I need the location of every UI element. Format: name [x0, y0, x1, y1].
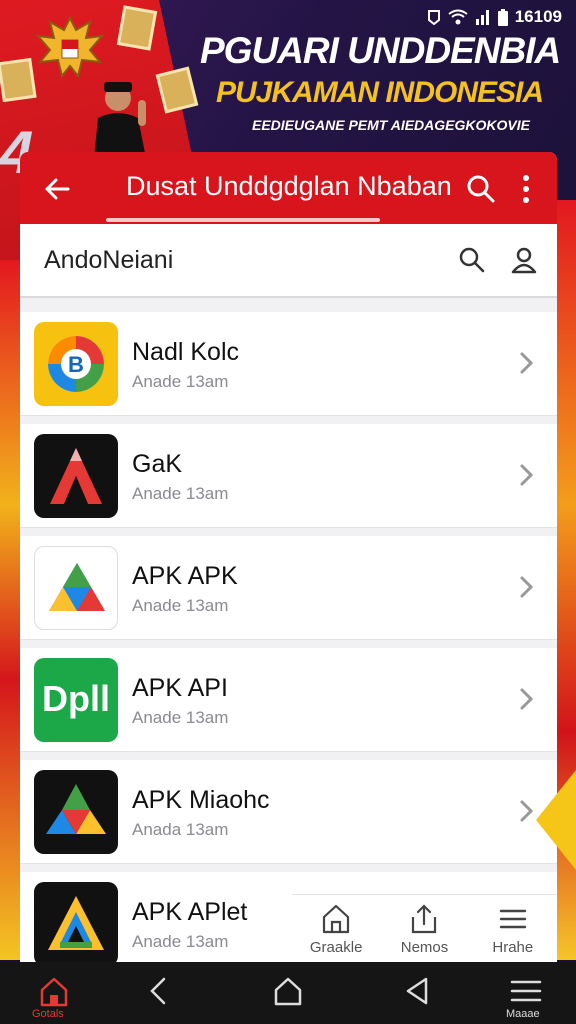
photo-card [0, 57, 37, 103]
tab-label: Hrahe [492, 939, 534, 956]
chevron-right-icon [520, 688, 534, 710]
search-input[interactable] [44, 246, 424, 275]
list-item[interactable]: APK APK Anade 13am [20, 536, 557, 640]
status-time: 16109 [514, 7, 562, 26]
app-icon-text: Dpll [42, 678, 110, 719]
app-icon: Dpll [34, 658, 118, 742]
search-icon[interactable] [466, 174, 496, 204]
search-bar [20, 224, 557, 298]
home-label: Gotals [32, 1008, 64, 1020]
app-window: Dusat Unddgdglan Nbaban AndoNeiani B Nad… [20, 152, 557, 962]
menu-icon[interactable] [506, 974, 546, 1008]
app-name: APK APlet [132, 898, 248, 926]
home-icon[interactable] [34, 974, 74, 1008]
back-icon[interactable] [138, 974, 178, 1008]
more-vert-icon[interactable] [514, 172, 538, 206]
chevron-right-icon [520, 800, 534, 822]
banner-title: PGUARI UNDDENBIA [200, 30, 561, 71]
app-name: Nadl Kolc [132, 338, 239, 366]
bottom-tab-bar: Graakle Nemos Hrahe [292, 894, 557, 962]
menu-label: Maaae [506, 1008, 540, 1020]
tab-label: Nemos [400, 939, 449, 956]
colorful-circle-icon: B [48, 336, 104, 392]
tab-label: Graakle [309, 939, 363, 956]
letter-a-icon [50, 448, 102, 504]
tab-indicator [106, 218, 380, 222]
app-subtitle: Anade 13am [132, 596, 229, 615]
system-nav-bar: Gotals Maaae [0, 962, 576, 1024]
app-subtitle: Anade 13am [132, 708, 229, 727]
app-bar: Dusat Unddgdglan Nbaban [20, 152, 557, 224]
wifi-icon [448, 9, 468, 25]
signal-icon [475, 10, 489, 25]
chevron-right-icon [520, 576, 534, 598]
person-illustration [94, 82, 146, 158]
photo-card [116, 5, 158, 51]
menu-icon [499, 909, 527, 929]
app-name: GaK [132, 450, 183, 478]
chevron-right-icon [520, 464, 534, 486]
recents-triangle-icon[interactable] [398, 974, 438, 1008]
back-arrow-icon[interactable] [42, 174, 72, 204]
app-title: Dusat Unddgdglan Nbaban [126, 171, 452, 201]
list-item[interactable]: GaK Anade 13am [20, 424, 557, 528]
app-icon [34, 882, 118, 962]
app-subtitle: Anada 13am [132, 820, 229, 839]
home-outline-icon [323, 904, 350, 934]
app-icon [34, 770, 118, 854]
banner-subtitle: EEDIEUGANE PEMT AIEDAGEGKOKOVIE [252, 117, 530, 133]
battery-icon [497, 8, 508, 26]
user-icon[interactable] [510, 246, 538, 274]
drive-triangle-icon [46, 784, 106, 834]
list-item[interactable]: APK Miaohc Anada 13am [20, 760, 557, 864]
search-icon[interactable] [458, 246, 486, 274]
home-button-icon[interactable] [268, 974, 308, 1008]
app-subtitle: Anade 13am [132, 484, 229, 503]
app-subtitle: Anade 13am [132, 932, 229, 951]
notification-icon [427, 10, 440, 25]
tab-nemos[interactable]: Nemos [380, 895, 468, 962]
banner-title-secondary: PUJKAMAN INDONESIA [216, 76, 544, 109]
list-item[interactable]: B Nadl Kolc Anade 13am [20, 312, 557, 416]
svg-text:B: B [68, 352, 84, 377]
app-icon [34, 546, 118, 630]
app-name: APK APK [132, 562, 238, 590]
app-name: APK Miaohc [132, 786, 270, 814]
tab-hrahe[interactable]: Hrahe [469, 895, 557, 962]
letter-a-icon [48, 896, 104, 950]
side-decoration [536, 770, 576, 870]
app-icon: B [34, 322, 118, 406]
app-subtitle: Anade 13am [132, 372, 229, 391]
app-name: APK API [132, 674, 228, 702]
share-icon [412, 904, 437, 934]
app-list: B Nadl Kolc Anade 13am GaK Anade 13am AP… [20, 312, 557, 962]
chevron-right-icon [520, 352, 534, 374]
app-icon [34, 434, 118, 518]
triangle-logo-icon [49, 563, 105, 611]
list-item[interactable]: Dpll APK API Anade 13am [20, 648, 557, 752]
tab-graakle[interactable]: Graakle [292, 895, 380, 962]
status-bar: 16109 [427, 6, 562, 28]
